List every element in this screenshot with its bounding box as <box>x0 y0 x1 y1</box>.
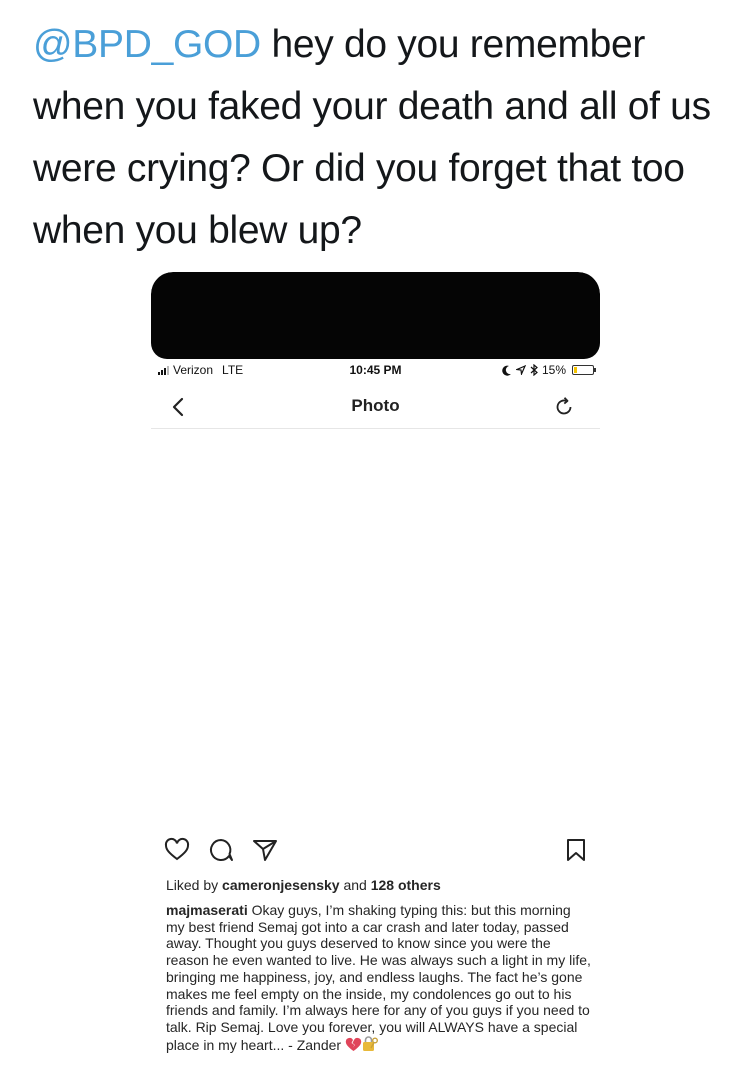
likes-summary: Liked by cameronjesensky and 128 others <box>166 877 441 893</box>
likes-connector: and <box>343 877 367 893</box>
bluetooth-icon <box>530 364 538 376</box>
page-title: Photo <box>351 396 400 415</box>
location-icon <box>515 365 526 375</box>
send-icon[interactable] <box>251 836 279 864</box>
nav-bar: Photo <box>151 385 600 429</box>
battery-percent: 15% <box>541 363 566 377</box>
refresh-icon[interactable] <box>552 395 576 419</box>
lock-with-key-icon <box>362 1035 378 1051</box>
post-caption: majmaserati Okay guys, I’m shaking typin… <box>166 902 591 1053</box>
battery-icon <box>572 365 596 375</box>
heart-icon[interactable] <box>163 836 191 864</box>
moon-icon <box>502 365 511 376</box>
broken-heart-icon <box>345 1037 362 1051</box>
likes-others[interactable]: 128 others <box>371 877 441 893</box>
caption-username[interactable]: majmaserati <box>166 902 248 918</box>
post-actions <box>151 836 600 866</box>
redacted-bar <box>151 272 600 359</box>
bookmark-icon[interactable] <box>562 836 590 864</box>
likes-prefix: Liked by <box>166 877 219 893</box>
tweet-text: @BPD_GOD hey do you remember when you fa… <box>33 14 723 262</box>
comment-icon[interactable] <box>207 836 235 864</box>
caption-text: Okay guys, I’m shaking typing this: but … <box>166 902 591 1053</box>
status-bar: Verizon LTE 10:45 PM 15% <box>151 361 600 381</box>
instagram-screenshot: Verizon LTE 10:45 PM 15% Photo Liked by … <box>151 272 600 1080</box>
liked-by-user[interactable]: cameronjesensky <box>222 877 340 893</box>
mention-link[interactable]: @BPD_GOD <box>33 23 261 66</box>
post-image[interactable] <box>151 430 600 823</box>
